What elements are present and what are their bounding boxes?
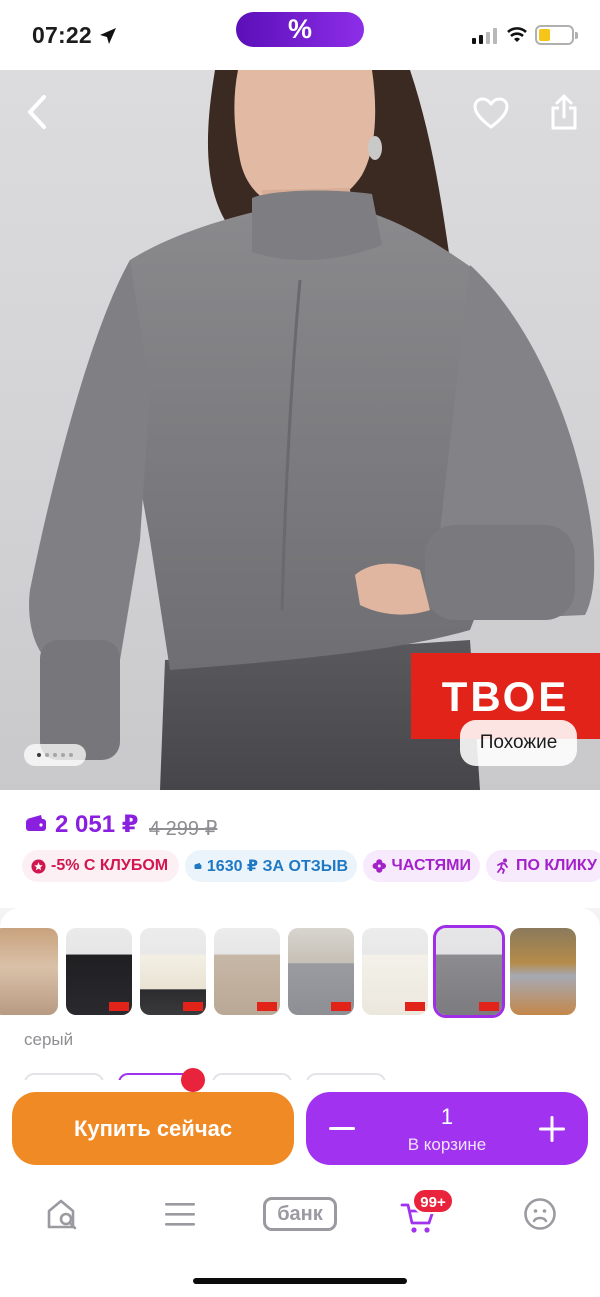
promo-badge[interactable]: %	[236, 12, 364, 47]
pagination-dot	[53, 753, 57, 757]
status-bar: 07:22 %	[0, 0, 600, 70]
cart-quantity-stepper[interactable]: 1 В корзине	[306, 1092, 588, 1165]
gallery-pagination	[24, 744, 86, 766]
pagination-dot	[45, 753, 49, 757]
buy-now-button[interactable]: Купить сейчас	[12, 1092, 294, 1165]
price-section: 2 051 ₽ 4 299 ₽ -5% С КЛУБОМ 1630 ₽ ЗА О…	[0, 790, 600, 908]
chip-label: ПО КЛИКУ	[516, 857, 597, 874]
tab-home[interactable]	[42, 1194, 82, 1234]
status-time: 07:22	[32, 22, 92, 48]
club-star-icon	[31, 858, 46, 874]
bank-icon: банк	[263, 1197, 337, 1231]
promo-chips: -5% С КЛУБОМ 1630 ₽ ЗА ОТЗЫВ ЧАСТЯМИ ПО …	[22, 850, 600, 882]
chip-label: -5% С КЛУБОМ	[51, 857, 169, 874]
running-person-icon	[497, 858, 508, 874]
home-indicator	[193, 1278, 407, 1284]
tab-bank[interactable]: банк	[262, 1194, 338, 1234]
chip-review-bonus[interactable]: 1630 ₽ ЗА ОТЗЫВ	[185, 850, 357, 882]
heart-icon	[473, 97, 509, 129]
battery-icon	[535, 25, 578, 45]
wallet-icon	[194, 863, 202, 869]
wallet-icon	[26, 815, 46, 831]
plus-icon	[539, 1115, 565, 1142]
clover-icon	[372, 859, 387, 873]
color-swatch[interactable]	[140, 928, 206, 1015]
color-swatch[interactable]	[0, 928, 58, 1015]
share-button[interactable]	[546, 90, 582, 134]
color-swatch[interactable]	[510, 928, 576, 1015]
color-swatch-selected[interactable]	[433, 925, 505, 1018]
wifi-icon	[507, 27, 527, 42]
selected-color-name: серый	[24, 1030, 74, 1049]
tab-profile[interactable]	[522, 1194, 558, 1234]
pagination-dot	[61, 753, 65, 757]
location-arrow-icon	[100, 28, 116, 44]
pagination-dot	[69, 753, 73, 757]
increase-quantity-button[interactable]	[522, 1092, 582, 1165]
purchase-bar: Купить сейчас 1 В корзине	[0, 1068, 600, 1176]
color-swatch[interactable]	[362, 928, 428, 1015]
current-price: 2 051 ₽	[55, 811, 139, 838]
color-swatch[interactable]	[288, 928, 354, 1015]
product-gallery[interactable]: ТВОЕ Похожие	[0, 70, 600, 790]
chip-installments[interactable]: ЧАСТЯМИ	[363, 850, 480, 882]
share-icon	[551, 94, 577, 130]
cellular-signal-icon	[472, 28, 497, 44]
chevron-left-icon	[28, 95, 46, 129]
color-swatch[interactable]	[66, 928, 132, 1015]
catalog-menu-icon	[165, 1203, 195, 1226]
chip-club-discount[interactable]: -5% С КЛУБОМ	[22, 850, 179, 882]
home-search-icon	[47, 1199, 77, 1230]
old-price: 4 299 ₽	[149, 818, 218, 840]
cart-count-badge: 99+	[412, 1188, 454, 1214]
similar-products-button[interactable]: Похожие	[460, 720, 577, 766]
chip-label: 1630 ₽ ЗА ОТЗЫВ	[206, 858, 348, 875]
color-swatch-list	[0, 925, 576, 1018]
back-button[interactable]	[20, 92, 54, 132]
chip-label: ЧАСТЯМИ	[391, 857, 471, 874]
color-selector: серый	[0, 908, 600, 1083]
notification-dot	[181, 1068, 205, 1092]
chip-one-click[interactable]: ПО КЛИКУ	[486, 850, 600, 882]
tab-catalog[interactable]	[162, 1194, 198, 1234]
profile-icon	[524, 1198, 556, 1230]
pagination-dot	[37, 753, 41, 757]
favorite-button[interactable]	[472, 94, 510, 132]
color-swatch[interactable]	[214, 928, 280, 1015]
